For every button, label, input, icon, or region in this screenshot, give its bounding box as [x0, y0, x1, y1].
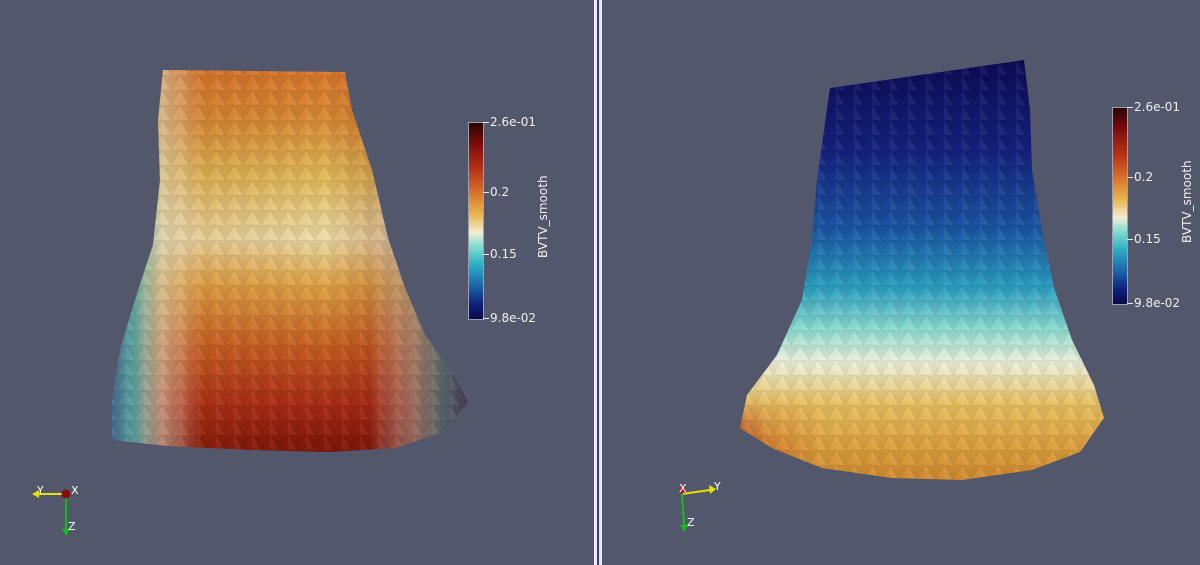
axis-label-y: Y: [37, 484, 44, 497]
legend-low-label: 0.15: [490, 247, 517, 261]
axis-label-z: Z: [687, 516, 695, 529]
legend-max-label: 2.6e-01: [1134, 100, 1181, 114]
color-legend-left: 2.6e-01 0.2 0.15 9.8e-02 BVTV_smooth: [468, 115, 588, 352]
view-splitter[interactable]: [594, 0, 602, 565]
orientation-axes-right: Y X Z: [668, 476, 738, 546]
color-legend-right: 2.6e-01 0.2 0.15 9.8e-02 BVTV_smooth: [1112, 100, 1200, 337]
legend-mid-label: 0.2: [1134, 170, 1154, 184]
render-view-left[interactable]: 2.6e-01 0.2 0.15 9.8e-02 BVTV_smooth Y X…: [0, 0, 594, 565]
axis-label-z: Z: [68, 520, 76, 533]
legend-min-label: 9.8e-02: [1134, 296, 1181, 310]
colorbar: [1112, 107, 1128, 305]
legend-mid-label: 0.2: [490, 185, 510, 199]
legend-max-label: 2.6e-01: [490, 115, 537, 129]
legend-low-label: 0.15: [1134, 232, 1161, 246]
legend-title: BVTV_smooth: [536, 175, 550, 258]
colorbar: [468, 122, 484, 320]
axis-label-y: Y: [714, 480, 721, 493]
orientation-axes-left: Y X Z: [26, 478, 96, 548]
render-view-right[interactable]: 2.6e-01 0.2 0.15 9.8e-02 BVTV_smooth Y X…: [602, 0, 1200, 565]
legend-min-label: 9.8e-02: [490, 311, 537, 325]
axis-label-x: X: [679, 482, 687, 495]
axis-label-x: X: [71, 484, 79, 497]
legend-title: BVTV_smooth: [1180, 160, 1194, 243]
